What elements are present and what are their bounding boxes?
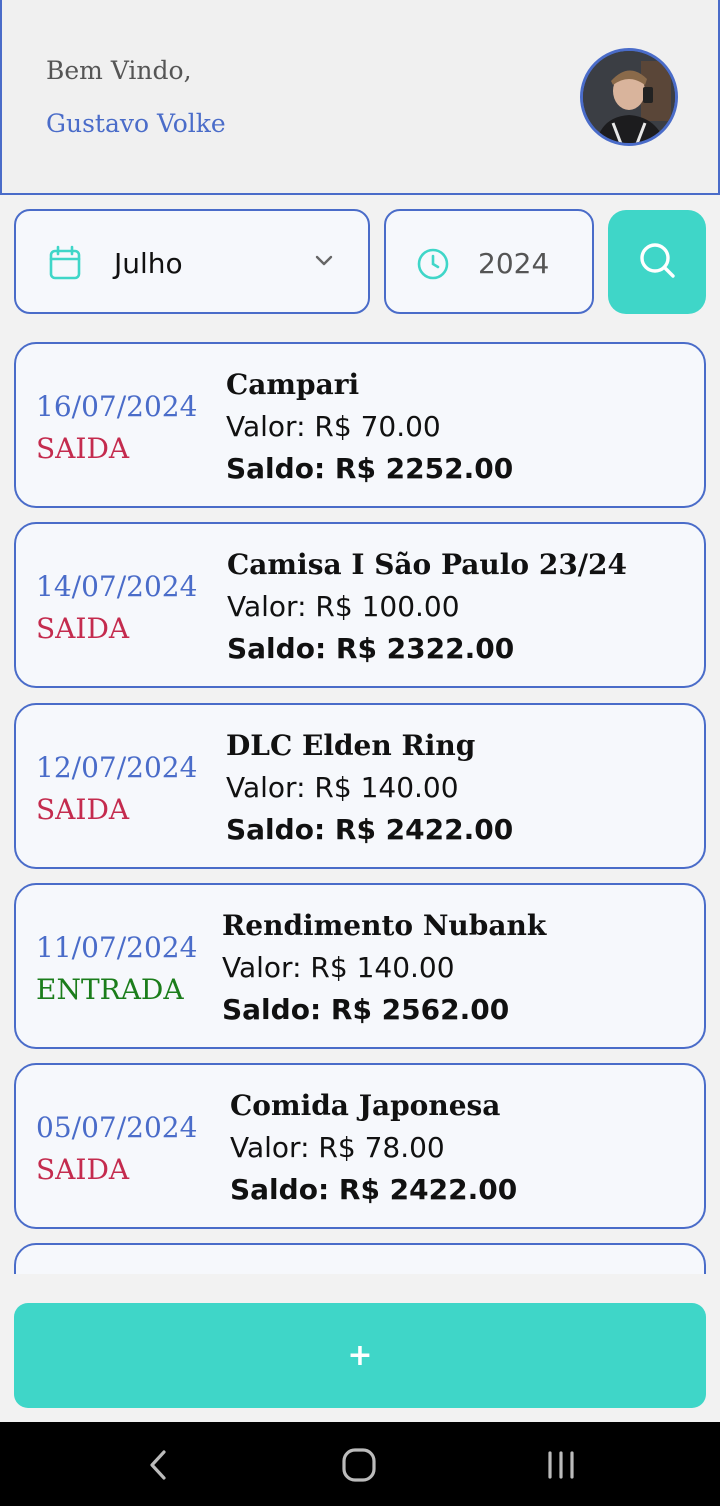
clock-icon (416, 247, 450, 285)
transaction-list[interactable]: 16/07/2024 SAIDA Campari Valor: R$ 70.00… (0, 340, 720, 1274)
transaction-card[interactable]: 12/07/2024 SAIDA DLC Elden Ring Valor: R… (14, 703, 706, 869)
recents-icon[interactable] (545, 1450, 577, 1484)
transaction-date: 11/07/2024 (36, 931, 198, 964)
transaction-card[interactable]: 05/07/2024 SAIDA Comida Japonesa Valor: … (14, 1063, 706, 1229)
transaction-card[interactable]: 11/07/2024 ENTRADA Rendimento Nubank Val… (14, 883, 706, 1049)
back-icon[interactable] (146, 1448, 170, 1486)
transaction-description: Comida Japonesa (230, 1089, 501, 1122)
transaction-description: Campari (226, 368, 360, 401)
transaction-balance: Saldo: R$ 2422.00 (226, 813, 514, 846)
transaction-date: 12/07/2024 (36, 751, 198, 784)
year-value: 2024 (478, 247, 550, 280)
transaction-type: SAIDA (36, 432, 130, 465)
transaction-description: Camisa I São Paulo 23/24 (227, 548, 627, 581)
chevron-down-icon (314, 253, 334, 272)
avatar[interactable] (580, 48, 678, 146)
transaction-type: SAIDA (36, 612, 130, 645)
user-name: Gustavo Volke (46, 109, 226, 138)
app-header: Bem Vindo, Gustavo Volke (0, 0, 720, 195)
transaction-balance: Saldo: R$ 2422.00 (230, 1173, 518, 1206)
transaction-value: Valor: R$ 140.00 (222, 951, 455, 984)
year-input[interactable]: 2024 (384, 209, 594, 314)
transaction-date: 05/07/2024 (36, 1111, 198, 1144)
month-select[interactable]: Julho (14, 209, 370, 314)
transaction-balance: Saldo: R$ 2562.00 (222, 993, 510, 1026)
transaction-description: Rendimento Nubank (222, 909, 547, 942)
transaction-type: SAIDA (36, 1153, 130, 1186)
transaction-card-partial[interactable] (14, 1243, 706, 1274)
transaction-value: Valor: R$ 78.00 (230, 1131, 445, 1164)
greeting-text: Bem Vindo, (46, 56, 192, 85)
transaction-date: 14/07/2024 (36, 570, 198, 603)
month-value: Julho (114, 247, 183, 280)
system-navbar (0, 1422, 720, 1506)
transaction-description: DLC Elden Ring (226, 729, 476, 762)
transaction-balance: Saldo: R$ 2252.00 (226, 452, 514, 485)
add-transaction-button[interactable]: + (14, 1303, 706, 1408)
calendar-icon (48, 245, 82, 285)
transaction-type: ENTRADA (36, 973, 184, 1006)
search-icon (637, 240, 677, 284)
transaction-date: 16/07/2024 (36, 390, 198, 423)
transaction-type: SAIDA (36, 793, 130, 826)
transaction-card[interactable]: 16/07/2024 SAIDA Campari Valor: R$ 70.00… (14, 342, 706, 508)
transaction-value: Valor: R$ 70.00 (226, 410, 441, 443)
search-button[interactable] (608, 210, 706, 314)
transaction-card[interactable]: 14/07/2024 SAIDA Camisa I São Paulo 23/2… (14, 522, 706, 688)
transaction-value: Valor: R$ 140.00 (226, 771, 459, 804)
transaction-balance: Saldo: R$ 2322.00 (227, 632, 515, 665)
home-icon[interactable] (340, 1446, 378, 1488)
transaction-value: Valor: R$ 100.00 (227, 590, 460, 623)
